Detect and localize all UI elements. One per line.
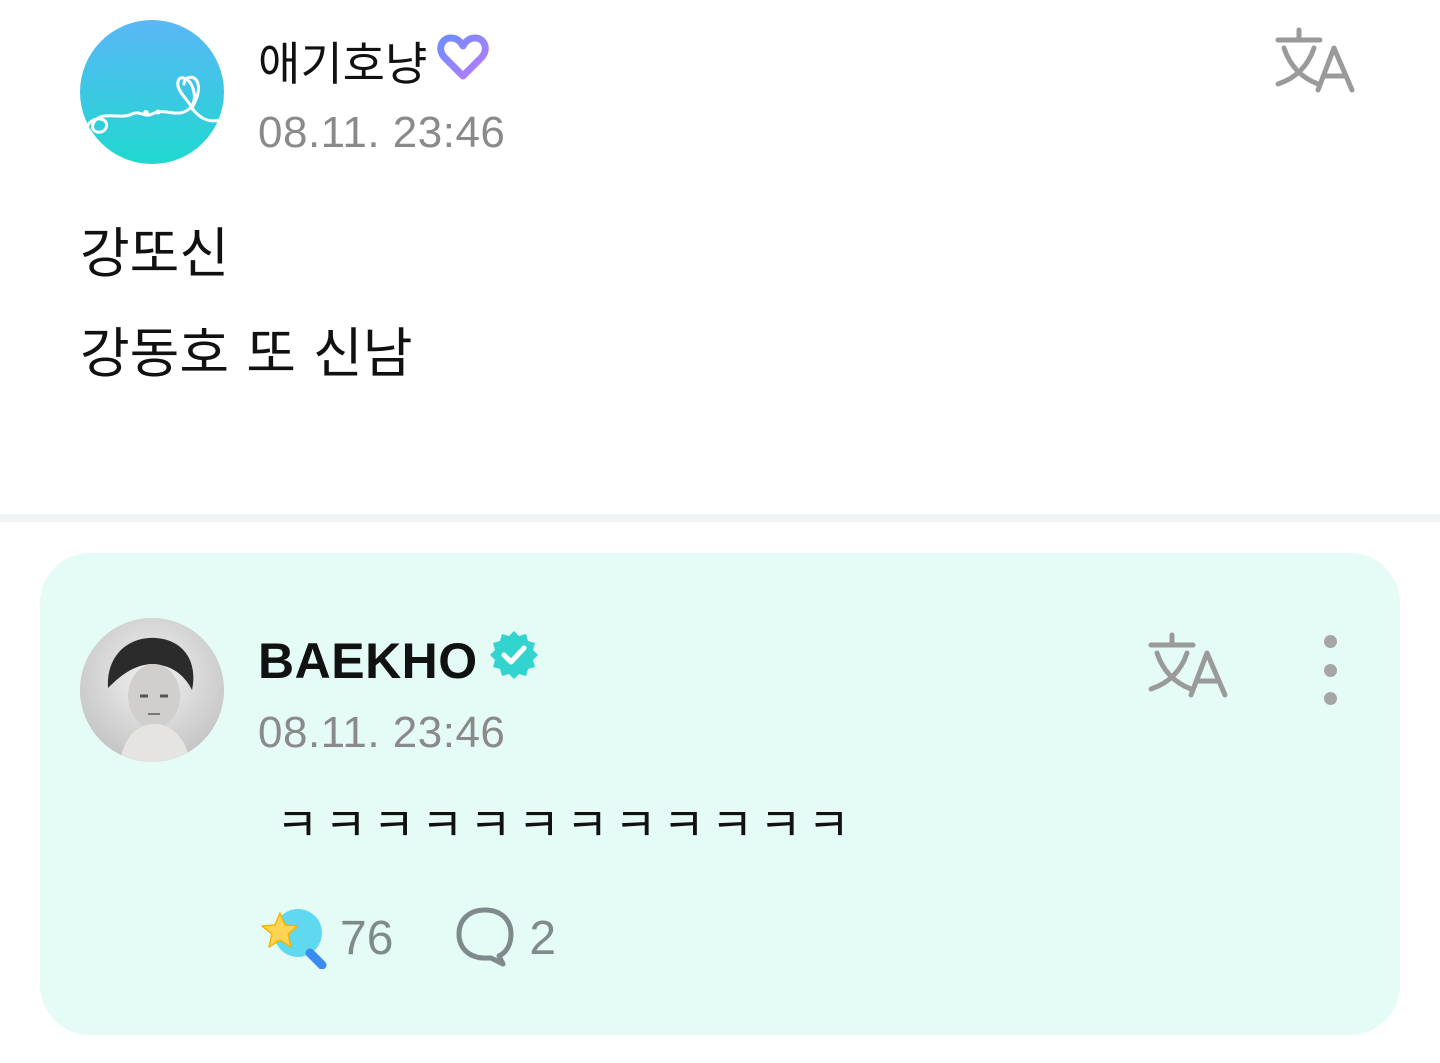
comment-button[interactable]: 2	[453, 904, 556, 972]
post-timestamp: 08.11. 23:46	[258, 108, 506, 157]
heart-badge-icon	[437, 32, 490, 91]
post-author-name: 애기호냥	[258, 37, 428, 91]
more-options-icon[interactable]	[1308, 635, 1352, 705]
like-count: 76	[340, 911, 394, 965]
reply-author-name: BAEKHO	[258, 633, 478, 689]
post-detail-page: 애기호냥 08.11. 23:46 강또신 강동호 또 신남 BAEKHO 08…	[0, 0, 1440, 1063]
more-dot	[1323, 635, 1337, 648]
reply-author[interactable]: BAEKHO	[258, 629, 540, 693]
reply-text: ㅋㅋㅋㅋㅋㅋㅋㅋㅋㅋㅋㅋ	[276, 798, 856, 852]
more-dot	[1323, 692, 1337, 705]
post-author[interactable]: 애기호냥	[258, 28, 490, 94]
star-wand-icon	[258, 903, 328, 973]
artist-reply-card: BAEKHO 08.11. 23:46 ㅋㅋㅋㅋㅋㅋㅋㅋㅋㅋㅋㅋ 76 2	[40, 553, 1400, 1035]
comment-count: 2	[529, 911, 557, 965]
reply-actions: 76 2	[258, 905, 616, 971]
fan-avatar[interactable]	[80, 20, 224, 164]
translate-icon[interactable]	[1145, 631, 1235, 701]
more-dot	[1323, 663, 1337, 677]
section-divider	[0, 514, 1440, 522]
reply-timestamp: 08.11. 23:46	[258, 708, 506, 757]
artist-avatar[interactable]	[80, 618, 224, 762]
post-text-line: 강또신	[80, 222, 230, 285]
translate-icon[interactable]	[1272, 26, 1362, 96]
like-button[interactable]: 76	[258, 903, 393, 973]
post-text-line: 강동호 또 신남	[80, 322, 413, 385]
verified-badge-icon	[488, 629, 540, 693]
comment-bubble-icon	[453, 904, 517, 972]
fan-post: 애기호냥 08.11. 23:46 강또신 강동호 또 신남	[0, 0, 1440, 515]
